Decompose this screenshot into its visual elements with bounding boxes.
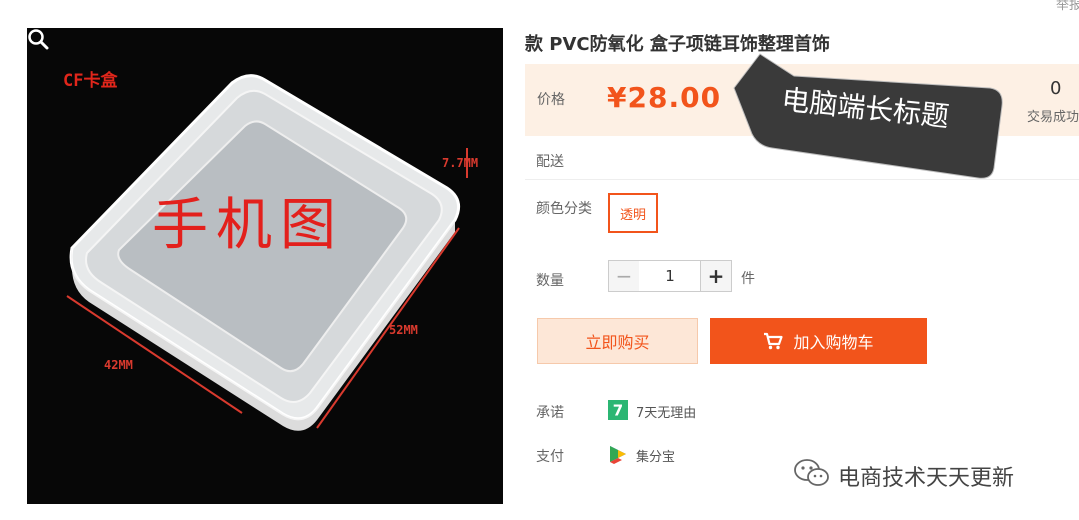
quantity-increment-button[interactable]: + [700, 260, 732, 292]
delivery-label: 配送 [536, 154, 564, 170]
price-label: 价格 [537, 92, 565, 108]
payment-text[interactable]: 集分宝 [636, 446, 675, 465]
product-image[interactable]: CF卡盒 手机图 7.7MM 52MM 42MM [27, 28, 503, 504]
color-label: 颜色分类 [536, 201, 592, 217]
color-option-transparent[interactable]: 透明 [608, 193, 658, 233]
sales-label: 交易成功 [1027, 110, 1079, 125]
divider [525, 179, 1079, 180]
dimension-width-label: 42MM [104, 358, 133, 372]
dimension-length-label: 52MM [389, 323, 418, 337]
cart-icon [764, 332, 784, 350]
seven-day-return-icon: 7 [608, 400, 628, 420]
quantity-decrement-button[interactable]: − [608, 260, 640, 292]
search-icon[interactable] [27, 28, 49, 50]
price-value: ¥28.00 [607, 81, 722, 114]
dimension-thickness-label: 7.7MM [442, 156, 479, 170]
buy-now-label: 立即购买 [585, 333, 650, 352]
report-link[interactable]: 举报 [1056, 0, 1079, 13]
buy-now-button[interactable]: 立即购买 [537, 318, 698, 364]
promise-label: 承诺 [536, 405, 564, 421]
wechat-account-text: 电商技术天天更新 [838, 466, 1015, 491]
add-to-cart-button[interactable]: 加入购物车 [710, 318, 927, 364]
wechat-icon [794, 459, 829, 486]
payment-label: 支付 [536, 449, 564, 465]
image-label-cf: CF卡盒 [63, 71, 118, 91]
image-label-phone: 手机图 [152, 193, 344, 258]
cf-card-box-illustration [66, 74, 468, 431]
jifenbao-icon [610, 446, 626, 464]
promise-text[interactable]: 7天无理由 [636, 402, 696, 421]
quantity-input[interactable]: 1 [639, 260, 701, 292]
quantity-label: 数量 [536, 273, 564, 289]
add-to-cart-label: 加入购物车 [793, 333, 874, 352]
quantity-unit: 件 [741, 271, 755, 287]
sales-count: 0 [1050, 78, 1062, 99]
svg-text:7: 7 [613, 402, 623, 420]
